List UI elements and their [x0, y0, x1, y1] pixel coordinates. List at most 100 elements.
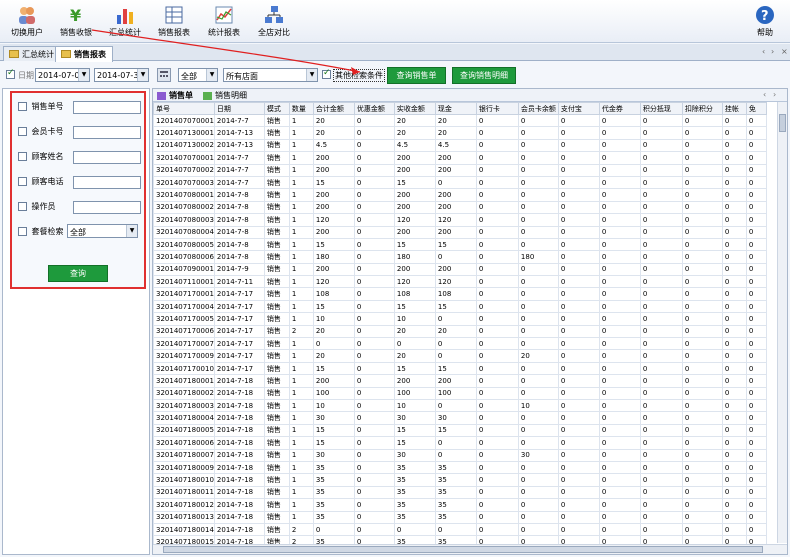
table-cell: 0	[475, 237, 519, 252]
table-cell: 35	[312, 460, 355, 475]
operator-input[interactable]	[73, 201, 141, 214]
table-row[interactable]: 1201407130001 2014-7-13 销售 1 20 0 20 20 0 0 0 0 0 0 0 0	[153, 126, 767, 140]
table-cell: 0	[745, 522, 767, 537]
grid-tab-prev[interactable]: ‹	[763, 90, 766, 99]
tab-sales-detail[interactable]: 销售明细	[201, 90, 247, 102]
column-header[interactable]: 现金	[434, 102, 477, 115]
table-cell: 0	[721, 262, 747, 277]
table-cell: 20	[434, 113, 477, 128]
column-header[interactable]: 优惠金额	[353, 102, 395, 115]
table-row[interactable]: 3201407180006 2014-7-18 销售 1 15 0 15 0 0 0 0 0 0 0 0 0	[153, 436, 767, 450]
table-row[interactable]: 3201407170004 2014-7-17 销售 1 15 0 15 15 0 0 0 0 0 0 0 0	[153, 299, 767, 314]
grid-tab-next[interactable]: ›	[773, 90, 776, 99]
table-cell: 1	[288, 460, 314, 475]
column-header[interactable]: 扣除积分	[681, 102, 723, 115]
table-cell: 0	[434, 349, 477, 363]
table-cell: 0	[721, 299, 747, 314]
table-cell: 3201407170004	[153, 299, 215, 314]
table-cell: 0	[475, 398, 519, 413]
customer-phone-checkbox[interactable]	[18, 177, 27, 186]
column-header[interactable]: 免	[745, 102, 767, 115]
scroll-thumb[interactable]	[779, 114, 786, 132]
table-row[interactable]: 3201407080004 2014-7-8 销售 1 200 0 200 200 0 0 0 0 0 0…	[153, 225, 767, 239]
table-cell: 20	[312, 113, 355, 128]
column-header[interactable]: 银行卡	[475, 102, 519, 115]
column-header[interactable]: 模式	[263, 102, 290, 115]
table-cell: 0	[598, 175, 641, 190]
column-header[interactable]: 数量	[288, 102, 314, 115]
table-row[interactable]: 1201407130002 2014-7-13 销售 1 4.5 0 4.5 4.5 0 0 0 0 0…	[153, 138, 767, 153]
order-no-input[interactable]	[73, 101, 141, 114]
table-row[interactable]: 3201407080002 2014-7-8 销售 1 200 0 200 200 0 0 0 0 0 0…	[153, 200, 767, 215]
column-header[interactable]: 挂帐	[721, 102, 747, 115]
card-no-input[interactable]	[73, 126, 141, 139]
table-cell: 15	[393, 299, 436, 314]
table-row[interactable]: 3201407180011 2014-7-18 销售 1 35 0 35 35 0 0 0 0 0 0 0 0	[153, 485, 767, 500]
table-row[interactable]: 3201407180007 2014-7-18 销售 1 30 0 30 0 0 30 0 0 0 0 0 0	[153, 448, 767, 462]
table-cell: 0	[557, 398, 600, 413]
customer-name-input[interactable]	[73, 151, 141, 164]
table-cell: 0	[557, 498, 600, 512]
customer-phone-input[interactable]	[73, 176, 141, 189]
table-row[interactable]: 3201407170009 2014-7-17 销售 1 20 0 20 0 0 20 0 0 0 0 0 0	[153, 349, 767, 363]
column-header[interactable]: 代金券	[598, 102, 641, 115]
search-query-button[interactable]: 查询	[48, 265, 108, 282]
column-header[interactable]: 合计金额	[312, 102, 355, 115]
column-header[interactable]: 日期	[213, 102, 265, 115]
table-row[interactable]: 3201407070001 2014-7-7 销售 1 200 0 200 200 0 0 0 0 0 0…	[153, 151, 767, 165]
table-row[interactable]: 3201407080001 2014-7-8 销售 1 200 0 200 200 0 0 0 0 0 0…	[153, 188, 767, 202]
table-cell: 3201407180013	[153, 510, 215, 524]
table-row[interactable]: 3201407180009 2014-7-18 销售 1 35 0 35 35 0 0 0 0 0 0 0 0	[153, 460, 767, 475]
table-row[interactable]: 3201407180014 2014-7-18 销售 2 0 0 0 0 0 0 0 0 0 0 0 0	[153, 522, 767, 537]
table-row[interactable]: 3201407170006 2014-7-17 销售 2 20 0 20 20 0 0 0 0 0 0 0 0	[153, 324, 767, 339]
package-select[interactable]: 全部 ▼	[67, 224, 138, 238]
card-no-checkbox[interactable]	[18, 127, 27, 136]
table-row[interactable]: 3201407180005 2014-7-18 销售 1 15 0 15 15 0 0 0 0 0 0 0 0	[153, 423, 767, 438]
table-cell: 0	[745, 262, 767, 277]
column-header[interactable]: 支付宝	[557, 102, 600, 115]
table-cell: 0	[475, 287, 519, 301]
column-header[interactable]: 实收金额	[393, 102, 436, 115]
table-row[interactable]: 3201407180013 2014-7-18 销售 1 35 0 35 35 0 0 0 0 0 0 0 0	[153, 510, 767, 524]
table-cell: 1	[288, 448, 314, 462]
table-row[interactable]: 3201407080005 2014-7-8 销售 1 15 0 15 15 0 0 0 0 0 0 0 0	[153, 237, 767, 252]
table-row[interactable]: 3201407070002 2014-7-7 销售 1 200 0 200 200 0 0 0 0 0 0…	[153, 163, 767, 177]
table-row[interactable]: 3201407180002 2014-7-18 销售 1 100 0 100 100 0 0 0 0 0…	[153, 386, 767, 401]
table-row[interactable]: 3201407180003 2014-7-18 销售 1 10 0 10 0 0 10 0 0 0 0 0 0	[153, 398, 767, 413]
order-no-checkbox[interactable]	[18, 102, 27, 111]
table-row[interactable]: 3201407170005 2014-7-17 销售 1 10 0 10 0 0 0 0 0 0 0 0 0	[153, 312, 767, 326]
table-row[interactable]: 3201407180012 2014-7-18 销售 1 35 0 35 35 0 0 0 0 0 0 0 0	[153, 498, 767, 512]
table-cell: 0	[475, 361, 519, 376]
table-row[interactable]: 3201407180001 2014-7-18 销售 1 200 0 200 200 0 0 0 0 0…	[153, 374, 767, 388]
column-header[interactable]: 单号	[153, 102, 215, 115]
table-cell: 200	[393, 188, 436, 202]
table-cell: 1	[288, 188, 314, 202]
table-row[interactable]: 1201407070001 2014-7-7 销售 1 20 0 20 20 0 0 0 0 0 0 0 0	[153, 113, 767, 128]
operator-checkbox[interactable]	[18, 202, 27, 211]
table-row[interactable]: 3201407080003 2014-7-8 销售 1 120 0 120 120 0 0 0 0 0 0…	[153, 213, 767, 227]
table-row[interactable]: 3201407110001 2014-7-11 销售 1 120 0 120 120 0 0 0 0 0…	[153, 275, 767, 289]
card-no-row: 会员卡号	[18, 126, 141, 140]
table-row[interactable]: 3201407080006 2014-7-8 销售 1 180 0 180 0 0 180 0 0 0 0…	[153, 250, 767, 264]
table-row[interactable]: 3201407090001 2014-7-9 销售 1 200 0 200 200 0 0 0 0 0 0…	[153, 262, 767, 277]
table-row[interactable]: 3201407180010 2014-7-18 销售 1 35 0 35 35 0 0 0 0 0 0 0 0	[153, 473, 767, 487]
table-cell: 2014-7-8	[213, 213, 265, 227]
table-cell: 2014-7-17	[213, 299, 265, 314]
table-row[interactable]: 3201407180004 2014-7-18 销售 1 30 0 30 30 0 0 0 0 0 0 0 0	[153, 411, 767, 425]
table-row[interactable]: 3201407170010 2014-7-17 销售 1 15 0 15 15 0 0 0 0 0 0 0 0	[153, 361, 767, 376]
table-row[interactable]: 3201407170001 2014-7-17 销售 1 108 0 108 108 0 0 0 0 0…	[153, 287, 767, 301]
table-cell: 0	[557, 225, 600, 239]
table-cell: 0	[745, 436, 767, 450]
horizontal-scrollbar[interactable]	[153, 544, 787, 554]
tab-sales-orders[interactable]: 销售单	[155, 90, 193, 102]
vertical-scrollbar[interactable]	[777, 102, 787, 543]
table-cell: 0	[681, 262, 723, 277]
table-cell: 0	[517, 510, 559, 524]
customer-name-checkbox[interactable]	[18, 152, 27, 161]
table-row[interactable]: 3201407170007 2014-7-17 销售 1 0 0 0 0 0 0 0 0 0 0 0 0	[153, 337, 767, 351]
package-checkbox[interactable]	[18, 227, 27, 236]
scroll-thumb[interactable]	[163, 546, 763, 553]
column-header[interactable]: 会员卡余额	[517, 102, 559, 115]
column-header[interactable]: 积分抵现	[639, 102, 683, 115]
table-row[interactable]: 3201407070003 2014-7-7 销售 1 15 0 15 0 0 0 0 0 0 0 0 0	[153, 175, 767, 190]
